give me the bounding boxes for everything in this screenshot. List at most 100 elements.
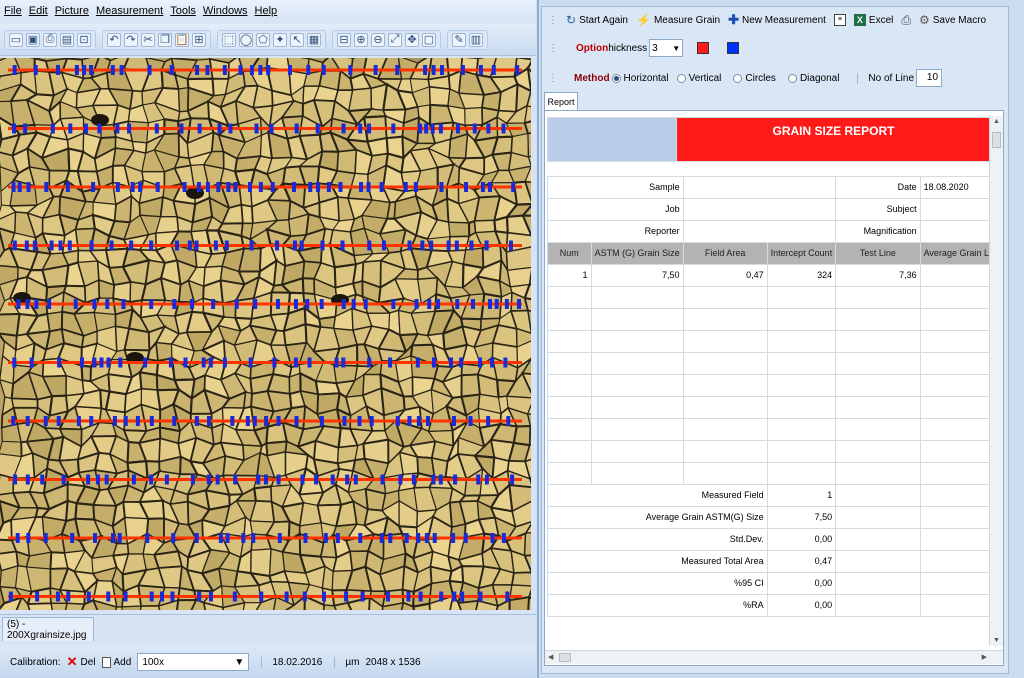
intercept-marker xyxy=(56,65,61,75)
report-tab[interactable]: Report xyxy=(544,92,578,110)
intercept-marker xyxy=(407,240,412,251)
meta-label: Job xyxy=(547,197,684,221)
toolbar-group-select: ⬚ ◯ ⬠ ✦ ↖ ▦ xyxy=(217,29,326,50)
method-circles-radio[interactable]: Circles xyxy=(733,73,776,84)
table-cell xyxy=(766,417,837,441)
summary-label: %RA xyxy=(547,593,768,617)
start-again-button[interactable]: ↻ Start Again xyxy=(566,13,628,27)
measure-grain-button[interactable]: ⚡ Measure Grain xyxy=(636,13,720,27)
menu-picture[interactable]: Picture xyxy=(55,5,89,17)
inclusion xyxy=(186,187,204,199)
save-macro-button[interactable]: ⚙ Save Macro xyxy=(919,13,986,27)
menu-edit[interactable]: Edit xyxy=(29,5,48,17)
menu-tools[interactable]: Tools xyxy=(170,5,196,17)
image-date: 18.02.2016 xyxy=(261,656,322,668)
menu-windows[interactable]: Windows xyxy=(203,5,248,17)
intercept-marker xyxy=(306,65,311,75)
redo-icon[interactable]: ↷ xyxy=(124,32,138,47)
intercept-marker xyxy=(11,123,16,134)
method-vertical-radio[interactable]: Vertical xyxy=(676,73,721,84)
add-calibration-button[interactable]: Add xyxy=(101,656,131,668)
intercept-marker xyxy=(451,533,456,543)
intercept-marker xyxy=(464,182,469,192)
ruler-icon[interactable]: ▥ xyxy=(469,32,483,47)
paste-icon[interactable]: 📋 xyxy=(175,32,189,47)
magic-wand-icon[interactable]: ✦ xyxy=(273,32,287,47)
intercept-marker xyxy=(99,357,104,368)
intercept-marker xyxy=(155,182,160,192)
marker-color-swatch[interactable] xyxy=(727,42,740,54)
summary-value: 1 xyxy=(766,483,837,507)
intercept-marker xyxy=(206,416,211,426)
cut-icon[interactable]: ✂ xyxy=(141,32,155,47)
table-cell xyxy=(547,307,592,331)
print-button[interactable]: ⎙ xyxy=(901,13,911,28)
intercept-marker xyxy=(398,474,403,485)
zoom-in-icon[interactable]: ⊕ xyxy=(354,32,368,47)
zoom-out-icon[interactable]: ⊖ xyxy=(371,32,385,47)
scroll-left-icon[interactable]: ◀ xyxy=(548,653,553,661)
calibration-select[interactable]: 100x ▼ xyxy=(137,653,250,671)
note-icon[interactable]: ✎ xyxy=(452,32,466,47)
window-icon[interactable]: ▢ xyxy=(422,32,436,47)
delete-calibration-button[interactable]: ✕ Del xyxy=(67,654,96,670)
column-header: Field Area xyxy=(682,241,768,265)
intercept-marker xyxy=(86,591,91,602)
calibrate-icon[interactable]: ⊟ xyxy=(337,32,351,47)
table-row: 1 7,50 0,47 324 7,36 xyxy=(547,263,1003,287)
intercept-marker xyxy=(463,533,468,543)
document-tab[interactable]: (5) - 200Xgrainsize.jpg xyxy=(2,617,94,641)
intercept-marker xyxy=(476,474,481,485)
intercept-marker xyxy=(315,123,320,134)
menu-help[interactable]: Help xyxy=(255,5,278,17)
pointer-icon[interactable]: ↖ xyxy=(290,32,304,47)
scroll-right-icon[interactable]: ▶ xyxy=(982,653,987,661)
rect-select-icon[interactable]: ⬚ xyxy=(222,32,236,47)
horizontal-scrollbar[interactable]: ◀ ▶ xyxy=(545,650,1003,664)
method-label: Method xyxy=(574,72,610,84)
method-horizontal-radio[interactable]: Horizontal xyxy=(611,73,669,84)
intercept-marker xyxy=(380,474,385,485)
save-icon[interactable]: ▣ xyxy=(26,32,40,47)
pan-icon[interactable]: ✥ xyxy=(405,32,419,47)
polygon-select-icon[interactable]: ⬠ xyxy=(256,32,270,47)
scroll-thumb[interactable] xyxy=(992,132,1001,148)
excel-button[interactable]: X Excel xyxy=(853,14,893,26)
fit-icon[interactable]: ⤢ xyxy=(388,32,402,47)
intercept-marker xyxy=(501,123,506,134)
vertical-scrollbar[interactable]: ▲ ▼ xyxy=(989,116,1003,646)
lines-input[interactable]: 10 xyxy=(916,69,943,87)
copy-icon[interactable]: ❐ xyxy=(158,32,172,47)
open-icon[interactable]: ▤ xyxy=(60,32,74,47)
new-icon[interactable]: ▭ xyxy=(9,32,23,47)
grain xyxy=(163,117,180,136)
crop-icon[interactable]: ⊡ xyxy=(77,32,91,47)
print-icon[interactable]: ⎙ xyxy=(43,32,57,47)
scroll-up-icon[interactable]: ▲ xyxy=(993,118,1000,125)
summary-empty xyxy=(835,571,921,595)
scroll-thumb[interactable] xyxy=(559,653,571,662)
table-cell xyxy=(682,439,768,463)
ellipse-select-icon[interactable]: ◯ xyxy=(239,32,253,47)
undo-icon[interactable]: ↶ xyxy=(107,32,121,47)
line-color-swatch[interactable] xyxy=(697,42,710,54)
micrograph-image[interactable] xyxy=(0,58,531,610)
summary-empty xyxy=(835,527,921,551)
summary-label: Measured Field xyxy=(547,483,768,507)
method-diagonal-radio[interactable]: Diagonal xyxy=(787,73,839,84)
table-cell xyxy=(835,285,921,309)
menu-measurement[interactable]: Measurement xyxy=(96,5,163,17)
grain xyxy=(46,311,63,333)
scroll-down-icon[interactable]: ▼ xyxy=(993,637,1000,644)
report-icon-button[interactable]: ≡ xyxy=(833,14,846,26)
table-row xyxy=(547,307,1003,331)
thickness-select[interactable]: 3 ▼ xyxy=(649,39,684,57)
report-sheet: GRAIN SIZE REPORT Sample Date 18.08.2020 Jo… xyxy=(544,110,1004,666)
menu-file[interactable]: File xyxy=(4,5,22,17)
intercept-marker xyxy=(119,65,124,75)
intercept-marker xyxy=(68,123,73,134)
intercept-marker xyxy=(480,182,485,192)
measure-icon[interactable]: ⊞ xyxy=(192,32,206,47)
grid-icon[interactable]: ▦ xyxy=(307,32,321,47)
new-measurement-button[interactable]: ✚ New Measurement xyxy=(728,12,826,28)
